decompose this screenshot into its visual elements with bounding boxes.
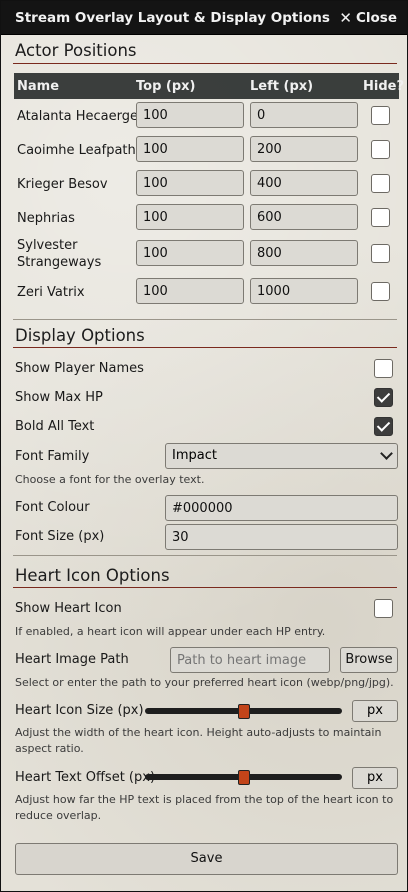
heart-image-path-label: Heart Image Path xyxy=(15,652,129,667)
font-size-input[interactable] xyxy=(165,524,398,550)
font-colour-label: Font Colour xyxy=(15,500,90,515)
chevron-down-icon xyxy=(380,447,393,460)
show-player-names-checkbox[interactable] xyxy=(374,359,393,378)
slider-thumb[interactable] xyxy=(238,704,250,719)
heart-text-offset-slider[interactable] xyxy=(145,770,342,785)
x-icon: ✕ xyxy=(339,8,352,27)
overlay-options-window: Stream Overlay Layout & Display Options … xyxy=(0,0,408,892)
actor-hide-checkbox[interactable] xyxy=(371,208,390,227)
window-title: Stream Overlay Layout & Display Options xyxy=(15,9,330,26)
section-rule xyxy=(13,587,397,588)
actor-top-input[interactable] xyxy=(136,170,244,196)
actor-name: Sylvester Strangeways xyxy=(17,238,102,270)
actor-name: Krieger Besov xyxy=(17,177,108,192)
actor-top-input[interactable] xyxy=(136,136,244,162)
show-player-names-label: Show Player Names xyxy=(15,361,144,376)
show-heart-icon-label: Show Heart Icon xyxy=(15,601,122,616)
heart-icon-size-label: Heart Icon Size (px) xyxy=(15,703,144,718)
heart-text-offset-value[interactable]: px xyxy=(352,767,398,789)
bold-all-text-checkbox[interactable] xyxy=(374,417,393,436)
section-rule xyxy=(13,347,397,348)
actor-hide-checkbox[interactable] xyxy=(371,174,390,193)
close-label: Close xyxy=(355,9,397,26)
actor-hide-checkbox[interactable] xyxy=(371,244,390,263)
actor-top-input[interactable] xyxy=(136,204,244,230)
show-max-hp-label: Show Max HP xyxy=(15,390,103,405)
show-heart-icon-hint: If enabled, a heart icon will appear und… xyxy=(15,625,326,638)
actor-table-header: Name Top (px) Left (px) Hide? xyxy=(14,73,404,99)
actor-name: Zeri Vatrix xyxy=(17,285,85,300)
options-content: Actor Positions Name Top (px) Left (px) … xyxy=(1,35,407,875)
actor-left-input[interactable] xyxy=(250,240,358,266)
header-name: Name xyxy=(17,79,60,94)
font-size-label: Font Size (px) xyxy=(15,529,105,544)
heart-text-offset-label: Heart Text Offset (px) xyxy=(15,770,156,785)
font-family-select[interactable]: Impact xyxy=(165,443,398,469)
heart-icon-size-hint: Adjust the width of the heart icon. Heig… xyxy=(15,726,382,755)
show-max-hp-checkbox[interactable] xyxy=(374,388,393,407)
actor-top-input[interactable] xyxy=(136,240,244,266)
section-rule xyxy=(13,63,397,64)
actor-hide-checkbox[interactable] xyxy=(371,106,390,125)
browse-button[interactable]: Browse xyxy=(340,647,398,673)
actor-name: Atalanta Hecaerge xyxy=(17,109,138,124)
font-family-hint: Choose a font for the overlay text. xyxy=(15,473,205,486)
actor-left-input[interactable] xyxy=(250,170,358,196)
font-colour-input[interactable] xyxy=(165,495,398,521)
show-heart-icon-checkbox[interactable] xyxy=(374,599,393,618)
actor-hide-checkbox[interactable] xyxy=(371,282,390,301)
divider xyxy=(13,555,397,556)
actor-left-input[interactable] xyxy=(250,102,358,128)
heart-text-offset-hint: Adjust how far the HP text is placed fro… xyxy=(15,793,394,822)
heart-icon-size-value[interactable]: px xyxy=(352,700,398,722)
header-top: Top (px) xyxy=(136,79,196,94)
heart-image-path-hint: Select or enter the path to your preferr… xyxy=(15,676,394,689)
font-family-label: Font Family xyxy=(15,449,90,464)
actor-top-input[interactable] xyxy=(136,278,244,304)
actor-top-input[interactable] xyxy=(136,102,244,128)
heart-image-path-input[interactable] xyxy=(170,647,330,673)
window-titlebar: Stream Overlay Layout & Display Options … xyxy=(1,1,407,35)
actor-hide-checkbox[interactable] xyxy=(371,140,390,159)
save-button[interactable]: Save xyxy=(15,843,398,875)
header-hide: Hide? xyxy=(363,79,404,94)
bold-all-text-label: Bold All Text xyxy=(15,419,95,434)
header-left: Left (px) xyxy=(250,79,314,94)
actor-left-input[interactable] xyxy=(250,278,358,304)
actor-left-input[interactable] xyxy=(250,204,358,230)
actor-left-input[interactable] xyxy=(250,136,358,162)
slider-thumb[interactable] xyxy=(238,770,250,785)
font-family-value: Impact xyxy=(172,448,217,463)
actor-name: Caoimhe Leafpath xyxy=(17,143,136,158)
close-button[interactable]: ✕ Close xyxy=(339,9,397,27)
heart-icon-size-slider[interactable] xyxy=(145,704,342,719)
actor-name: Nephrias xyxy=(17,211,75,226)
